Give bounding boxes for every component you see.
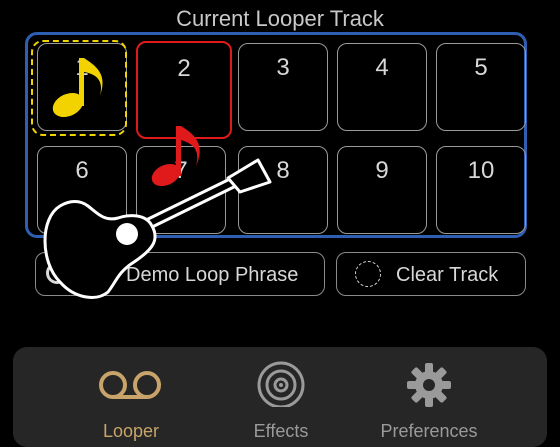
track-number: 3: [276, 54, 290, 81]
tab-label: Looper: [102, 421, 160, 441]
page-title: Current Looper Track: [176, 6, 384, 31]
track-pad-3[interactable]: 3: [238, 43, 328, 131]
selected-track-outline: [31, 40, 127, 136]
tab-bar: Looper Effects Preferences: [13, 347, 547, 447]
track-pad-9[interactable]: 9: [337, 146, 427, 234]
clear-track-button[interactable]: Clear Track: [336, 252, 526, 296]
tab-looper[interactable]: Looper: [51, 347, 211, 447]
track-pad-4[interactable]: 4: [337, 43, 427, 131]
track-number: 10: [467, 157, 495, 184]
cassette-tape-icon: [99, 371, 161, 399]
track-pad-10[interactable]: 10: [436, 146, 526, 234]
track-number: 5: [474, 54, 488, 81]
track-pad-2[interactable]: 2: [136, 41, 232, 139]
track-number: 4: [375, 54, 389, 81]
track-number: 7: [174, 157, 188, 184]
tab-label: Effects: [253, 421, 309, 441]
demo-loop-phrase-button[interactable]: Demo Loop Phrase: [35, 252, 325, 296]
track-pad-6[interactable]: 6: [37, 146, 127, 234]
tab-label: Preferences: [380, 421, 478, 441]
track-number: 6: [75, 157, 89, 184]
track-pad-7[interactable]: 7: [136, 146, 226, 234]
play-icon: [46, 262, 68, 284]
gear-icon: [407, 363, 451, 407]
demo-loop-phrase-label: Demo Loop Phrase: [126, 264, 299, 286]
track-pad-5[interactable]: 5: [436, 43, 526, 131]
track-pad-8[interactable]: 8: [238, 146, 328, 234]
tab-preferences[interactable]: Preferences: [349, 347, 509, 447]
clear-track-label: Clear Track: [396, 264, 499, 286]
tab-effects[interactable]: Effects: [201, 347, 361, 447]
track-number: 2: [177, 55, 191, 82]
track-number: 8: [276, 157, 290, 184]
track-number: 9: [375, 157, 389, 184]
dashed-circle-icon: [355, 261, 381, 287]
vinyl-record-icon: [257, 361, 305, 409]
